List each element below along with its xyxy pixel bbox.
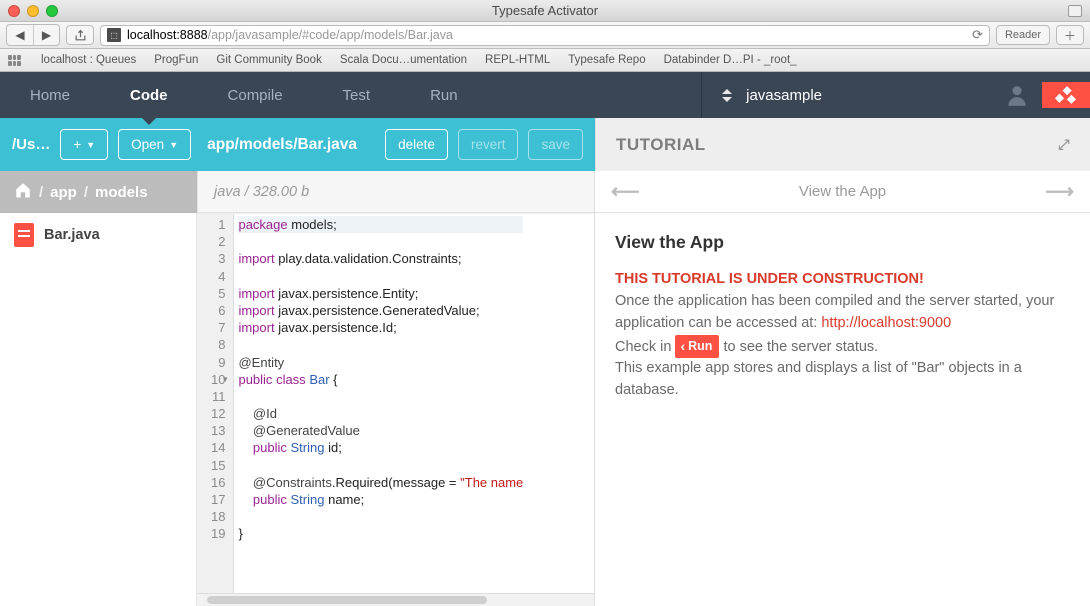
file-tree: Bar.java — [0, 213, 197, 606]
url-path: /app/javasample/#code/app/models/Bar.jav… — [208, 28, 453, 42]
add-button[interactable]: ＋ — [1056, 25, 1084, 45]
close-window-button[interactable] — [8, 5, 20, 17]
breadcrumb: / app / models — [0, 171, 197, 213]
tutorial-text: This example app stores and displays a l… — [615, 358, 1070, 402]
typesafe-logo[interactable] — [1042, 82, 1090, 108]
tutorial-text: to see the server status. — [719, 339, 878, 355]
left-column: / app / models java / 328.00 b Bar.java — [0, 171, 595, 606]
tutorial-body: View the App THIS TUTORIAL IS UNDER CONS… — [595, 213, 1090, 418]
address-bar[interactable]: ⬚ localhost:8888 /app/javasample/#code/a… — [100, 25, 990, 46]
tree-item[interactable]: Bar.java — [0, 213, 196, 257]
breadcrumb-sep: / — [84, 184, 88, 201]
tree-item-label: Bar.java — [44, 227, 100, 243]
action-bar: /Us… +▼ Open▼ app/models/Bar.java delete… — [0, 118, 595, 171]
bookmark-item[interactable]: localhost : Queues — [41, 54, 136, 66]
reload-button[interactable]: ⟳ — [972, 27, 983, 43]
add-file-button[interactable]: +▼ — [60, 129, 108, 160]
bookmark-item[interactable]: Scala Docu…umentation — [340, 54, 467, 66]
traffic-lights — [8, 5, 58, 17]
bookmark-item[interactable]: ProgFun — [154, 54, 198, 66]
prev-arrow-icon[interactable]: ⟵ — [611, 179, 640, 204]
tutorial-header: TUTORIAL ⤢ — [595, 118, 1090, 171]
file-path: app/models/Bar.java — [207, 136, 357, 154]
open-button[interactable]: Open▼ — [118, 129, 191, 160]
user-icon[interactable] — [842, 82, 1042, 108]
next-arrow-icon[interactable]: ⟶ — [1045, 179, 1074, 204]
editor-row: Bar.java 12345678910111213141516171819 p… — [0, 213, 594, 606]
code-editor[interactable]: 12345678910111213141516171819 package mo… — [197, 213, 594, 606]
tutorial-warning: THIS TUTORIAL IS UNDER CONSTRUCTION! — [615, 271, 924, 287]
url-host: localhost:8888 — [127, 28, 208, 42]
tutorial-link[interactable]: http://localhost:9000 — [821, 315, 951, 331]
file-lang: java — [214, 184, 241, 200]
nav-buttons: ◀ ▶ — [6, 24, 60, 46]
bookmark-item[interactable]: Databinder D…PI - _root_ — [664, 54, 797, 66]
run-badge[interactable]: Run — [675, 335, 719, 358]
file-info: java / 328.00 b — [197, 171, 594, 213]
window-title: Typesafe Activator — [492, 3, 598, 18]
browser-toolbar: ◀ ▶ ⬚ localhost:8888 /app/javasample/#co… — [0, 22, 1090, 49]
file-icon — [14, 223, 34, 247]
top-nav: Home Code Compile Test Run javasample — [0, 72, 1090, 118]
home-icon[interactable] — [14, 181, 32, 203]
bookmark-item[interactable]: REPL-HTML — [485, 54, 550, 66]
zoom-window-button[interactable] — [46, 5, 58, 17]
tutorial-text: Check in — [615, 339, 675, 355]
back-button[interactable]: ◀ — [7, 25, 33, 45]
scrollbar-thumb[interactable] — [207, 596, 487, 604]
tutorial-nav-title: View the App — [640, 183, 1046, 200]
tab-compile[interactable]: Compile — [198, 72, 313, 118]
bookmark-item[interactable]: Git Community Book — [216, 54, 321, 66]
code-area[interactable]: package models; import play.data.validat… — [234, 214, 523, 593]
horizontal-scrollbar[interactable] — [197, 593, 594, 606]
content: / app / models java / 328.00 b Bar.java — [0, 171, 1090, 606]
tutorial-nav: ⟵ View the App ⟶ — [595, 171, 1090, 213]
expand-icon[interactable]: ⤢ — [1058, 136, 1070, 153]
app-shell: Home Code Compile Test Run javasample /U… — [0, 72, 1090, 606]
revert-button[interactable]: revert — [458, 129, 519, 160]
tutorial-header-label: TUTORIAL — [616, 135, 706, 155]
sort-icon — [722, 89, 732, 102]
share-button[interactable] — [66, 25, 94, 45]
window-control-icon[interactable] — [1068, 5, 1082, 17]
save-button[interactable]: save — [528, 129, 583, 160]
breadcrumb-seg[interactable]: app — [50, 184, 77, 201]
reader-button[interactable]: Reader — [996, 25, 1050, 45]
minimize-window-button[interactable] — [27, 5, 39, 17]
breadcrumb-seg[interactable]: models — [95, 184, 148, 201]
site-favicon: ⬚ — [107, 28, 121, 42]
tab-run[interactable]: Run — [400, 72, 488, 118]
tutorial-title: View the App — [615, 229, 1070, 255]
path-root: /Us… — [12, 136, 50, 153]
breadcrumb-sep: / — [39, 184, 43, 201]
top-sites-icon[interactable] — [8, 55, 21, 66]
bookmarks-bar: localhost : Queues ProgFun Git Community… — [0, 49, 1090, 72]
mac-titlebar: Typesafe Activator — [0, 0, 1090, 22]
forward-button[interactable]: ▶ — [33, 25, 59, 45]
titlebar-right — [1068, 5, 1082, 17]
tab-test[interactable]: Test — [313, 72, 401, 118]
gutter: 12345678910111213141516171819 — [197, 214, 234, 593]
project-switcher[interactable]: javasample — [702, 87, 842, 104]
right-column: ⟵ View the App ⟶ View the App THIS TUTOR… — [595, 171, 1090, 606]
delete-button[interactable]: delete — [385, 129, 448, 160]
project-name: javasample — [746, 87, 822, 104]
file-size: 328.00 b — [253, 184, 309, 200]
nav-right: javasample — [701, 72, 1090, 118]
tab-home[interactable]: Home — [0, 72, 100, 118]
bookmark-item[interactable]: Typesafe Repo — [568, 54, 645, 66]
tab-code[interactable]: Code — [100, 72, 198, 118]
